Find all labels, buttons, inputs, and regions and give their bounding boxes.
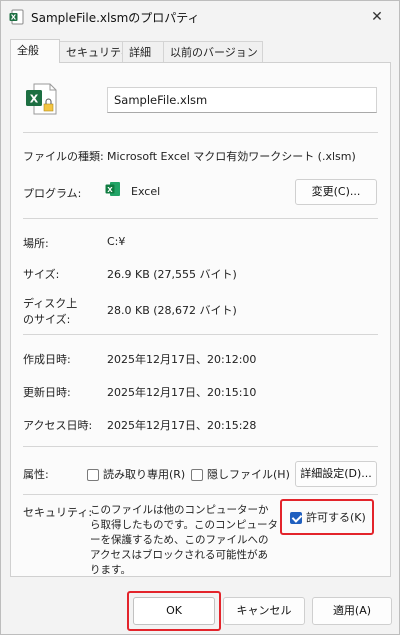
size-label: サイズ: — [23, 268, 60, 281]
divider — [23, 218, 378, 219]
size-value: 26.9 KB (27,555 バイト) — [107, 268, 237, 281]
cancel-button[interactable]: キャンセル — [223, 597, 305, 625]
security-label: セキュリティ: — [23, 506, 93, 519]
disk-size-value: 28.0 KB (28,672 バイト) — [107, 304, 237, 317]
hidden-checkbox[interactable] — [191, 469, 203, 481]
tab-general[interactable]: 全般 — [10, 39, 60, 63]
excel-app-icon: X — [105, 182, 120, 196]
modified-value: 2025年12月17日、20:15:10 — [107, 386, 257, 399]
location-label: 場所: — [23, 237, 49, 250]
divider — [23, 446, 378, 447]
created-label: 作成日時: — [23, 353, 71, 366]
hidden-label: 隠しファイル(H) — [207, 468, 290, 481]
general-panel: X SampleFile.xlsm ファイルの種類: Microsoft Exc… — [10, 62, 391, 577]
apply-button[interactable]: 適用(A) — [312, 597, 392, 625]
divider — [23, 494, 378, 495]
readonly-checkbox-row[interactable]: 読み取り専用(R) — [87, 466, 185, 482]
modified-label: 更新日時: — [23, 386, 71, 399]
close-button[interactable]: ✕ — [359, 3, 395, 31]
file-type-value: Microsoft Excel マクロ有効ワークシート (.xlsm) — [107, 150, 356, 163]
file-name-input[interactable]: SampleFile.xlsm — [107, 87, 377, 113]
file-type-label: ファイルの種類: — [23, 150, 104, 163]
excel-file-icon: X — [9, 9, 24, 25]
disk-size-label-line2: のサイズ: — [23, 313, 71, 326]
program-label: プログラム: — [23, 187, 82, 200]
change-program-button[interactable]: 変更(C)... — [295, 179, 377, 205]
disk-size-label-line1: ディスク上 — [23, 297, 78, 310]
properties-dialog: X SampleFile.xlsmのプロパティ ✕ 全般 セキュリティ 詳細 以… — [0, 0, 400, 635]
svg-text:X: X — [11, 14, 17, 22]
created-value: 2025年12月17日、20:12:00 — [107, 353, 257, 366]
location-value: C:¥ — [107, 235, 126, 248]
tab-previous-versions[interactable]: 以前のバージョン — [163, 41, 263, 63]
window-title: SampleFile.xlsmのプロパティ — [31, 11, 200, 25]
security-warning-text: このファイルは他のコンピューターから取得したものです。このコンピューターを保護す… — [90, 504, 278, 576]
tab-details[interactable]: 詳細 — [122, 41, 164, 63]
attributes-label: 属性: — [23, 468, 49, 481]
advanced-attributes-button[interactable]: 詳細設定(D)... — [295, 461, 377, 487]
ok-highlight — [127, 591, 221, 631]
program-value: Excel — [131, 185, 161, 198]
accessed-label: アクセス日時: — [23, 419, 93, 432]
hidden-checkbox-row[interactable]: 隠しファイル(H) — [191, 466, 290, 482]
accessed-value: 2025年12月17日、20:15:28 — [107, 419, 257, 432]
readonly-checkbox[interactable] — [87, 469, 99, 481]
svg-text:X: X — [30, 93, 39, 106]
divider — [23, 132, 378, 133]
title-bar: X SampleFile.xlsmのプロパティ ✕ — [1, 1, 399, 33]
unblock-highlight — [280, 499, 374, 535]
close-icon: ✕ — [371, 9, 383, 25]
divider — [23, 334, 378, 335]
tab-strip: 全般 セキュリティ 詳細 以前のバージョン — [10, 39, 263, 63]
tab-security[interactable]: セキュリティ — [59, 41, 131, 63]
readonly-label: 読み取り専用(R) — [103, 468, 186, 481]
svg-text:X: X — [107, 186, 113, 194]
excel-macro-file-icon: X — [26, 83, 57, 115]
